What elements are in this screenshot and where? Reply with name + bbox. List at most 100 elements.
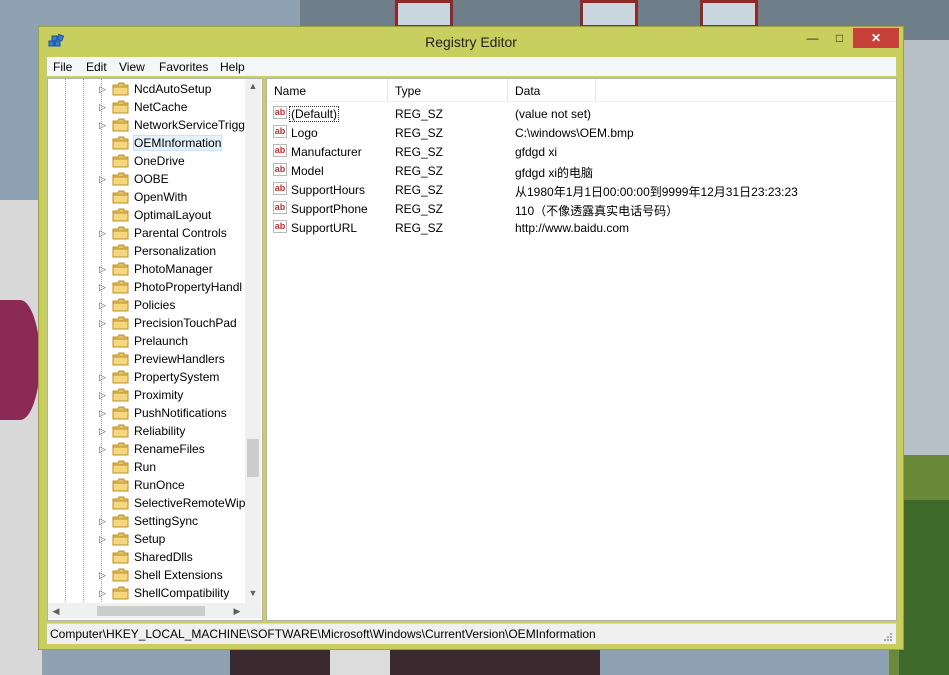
tree-vertical-scroll-thumb[interactable] [247, 439, 259, 477]
folder-icon [112, 442, 129, 456]
string-value-icon: ab [273, 106, 287, 119]
expand-arrow-icon[interactable]: ▷ [99, 317, 109, 329]
expand-arrow-icon[interactable]: ▷ [99, 407, 109, 419]
expand-arrow-icon[interactable]: ▷ [99, 281, 109, 293]
folder-icon [112, 118, 129, 132]
folder-icon [112, 568, 129, 582]
column-header-data[interactable]: Data [508, 79, 596, 101]
expand-arrow-icon [99, 245, 109, 257]
tree-item[interactable]: RunOnce [48, 476, 245, 494]
registry-value-row[interactable]: ab SupportHours REG_SZ 从1980年1月1日00:00:00到9… [267, 180, 896, 199]
expand-arrow-icon[interactable]: ▷ [99, 443, 109, 455]
tree-item[interactable]: SelectiveRemoteWipe [48, 494, 252, 512]
folder-icon [112, 244, 129, 258]
expand-arrow-icon[interactable]: ▷ [99, 263, 109, 275]
tree-item-label: Shell Extensions [134, 568, 223, 582]
tree-item[interactable]: ▷ Proximity [48, 386, 245, 404]
tree-horizontal-scroll-thumb[interactable] [97, 606, 205, 616]
tree-item[interactable]: ▷ Parental Controls [48, 224, 245, 242]
tree-item[interactable]: SharedDlls [48, 548, 245, 566]
expand-arrow-icon[interactable]: ▷ [99, 101, 109, 113]
value-type: REG_SZ [395, 164, 444, 178]
scroll-right-arrow[interactable]: ▶ [229, 604, 245, 618]
title-bar[interactable]: Registry Editor — □ ✕ [39, 27, 903, 57]
tree-item[interactable]: ▷ NetworkServiceTrigg [48, 116, 245, 134]
scroll-up-arrow[interactable]: ▲ [245, 79, 261, 93]
registry-value-row[interactable]: ab (Default) REG_SZ (value not set) [267, 104, 896, 123]
expand-arrow-icon[interactable]: ▷ [99, 533, 109, 545]
expand-arrow-icon [99, 479, 109, 491]
tree-item[interactable]: Prelaunch [48, 332, 245, 350]
tree-item[interactable]: OpenWith [48, 188, 245, 206]
tree-item[interactable]: ▷ RenameFiles [48, 440, 245, 458]
expand-arrow-icon[interactable]: ▷ [99, 371, 109, 383]
tree-item[interactable]: ▷ PrecisionTouchPad [48, 314, 245, 332]
expand-arrow-icon[interactable]: ▷ [99, 227, 109, 239]
maximize-button[interactable]: □ [826, 28, 853, 48]
tree-item[interactable]: ▷ OOBE [48, 170, 245, 188]
expand-arrow-icon[interactable]: ▷ [99, 515, 109, 527]
tree-item[interactable]: ▷ Setup [48, 530, 245, 548]
tree-item-label: Setup [134, 532, 166, 546]
column-header-type[interactable]: Type [388, 79, 508, 101]
tree-item[interactable]: ▷ ShellCompatibility [48, 584, 245, 602]
key-tree-pane[interactable]: ▷ NcdAutoSetup ▷ NetCache ▷ NetworkServiceTri… [47, 78, 263, 621]
value-data: http://www.baidu.com [515, 221, 630, 235]
folder-icon [112, 424, 129, 438]
tree-item[interactable]: Personalization [48, 242, 245, 260]
tree-item-label: Parental Controls [134, 226, 227, 240]
folder-icon [112, 190, 129, 204]
menu-favorites[interactable]: Favorites [159, 60, 208, 74]
expand-arrow-icon[interactable]: ▷ [99, 587, 109, 599]
column-header-name[interactable]: Name [267, 79, 388, 101]
expand-arrow-icon[interactable]: ▷ [99, 119, 109, 131]
expand-arrow-icon[interactable]: ▷ [99, 389, 109, 401]
header-divider [267, 101, 896, 102]
tree-item[interactable]: ▷ PhotoPropertyHandl [48, 278, 245, 296]
registry-value-row[interactable]: ab Logo REG_SZ C:\windows\OEM.bmp [267, 123, 896, 142]
tree-item[interactable]: ▷ Shell Extensions [48, 566, 245, 584]
tree-item[interactable]: OneDrive [48, 152, 245, 170]
scroll-down-arrow[interactable]: ▼ [245, 586, 261, 600]
tree-item[interactable]: ▷ Reliability [48, 422, 245, 440]
tree-item[interactable]: Run [48, 458, 245, 476]
tree-item[interactable]: ▷ PushNotifications [48, 404, 245, 422]
folder-icon [112, 82, 129, 96]
registry-value-row[interactable]: ab SupportURL REG_SZ http://www.baidu.com [267, 218, 896, 237]
registry-value-row[interactable]: ab SupportPhone REG_SZ 110（不像透露真实电话号码） [267, 199, 896, 218]
menu-file[interactable]: File [53, 60, 72, 74]
expand-arrow-icon[interactable]: ▷ [99, 173, 109, 185]
tree-item[interactable]: PreviewHandlers [48, 350, 245, 368]
folder-icon [112, 154, 129, 168]
tree-item[interactable]: ▷ NcdAutoSetup [48, 80, 245, 98]
menu-edit[interactable]: Edit [86, 60, 107, 74]
expand-arrow-icon[interactable]: ▷ [99, 299, 109, 311]
tree-item[interactable]: ▷ SettingSync [48, 512, 245, 530]
registry-value-row[interactable]: ab Manufacturer REG_SZ gfdgd xi [267, 142, 896, 161]
minimize-button[interactable]: — [799, 28, 826, 48]
registry-value-row[interactable]: ab Model REG_SZ gfdgd xi的电脑 [267, 161, 896, 180]
value-type: REG_SZ [395, 126, 444, 140]
expand-arrow-icon[interactable]: ▷ [99, 569, 109, 581]
menu-view[interactable]: View [119, 60, 145, 74]
tree-item-label: NetworkServiceTrigg [134, 118, 245, 132]
menu-help[interactable]: Help [220, 60, 245, 74]
tree-horizontal-scrollbar[interactable]: ◀ ▶ [48, 603, 245, 619]
expand-arrow-icon[interactable]: ▷ [99, 83, 109, 95]
tree-item[interactable]: OEMInformation [48, 134, 245, 152]
close-button[interactable]: ✕ [853, 28, 899, 48]
resize-grip-icon[interactable] [883, 632, 893, 642]
folder-icon [112, 478, 129, 492]
tree-item[interactable]: ▷ NetCache [48, 98, 245, 116]
tree-item[interactable]: OptimalLayout [48, 206, 245, 224]
tree-item[interactable]: ▷ PropertySystem [48, 368, 245, 386]
tree-vertical-scrollbar[interactable]: ▲ ▼ [245, 79, 261, 603]
tree-item-label: Personalization [134, 244, 217, 258]
folder-icon [112, 136, 129, 150]
tree-item-label: SettingSync [134, 514, 199, 528]
tree-item[interactable]: ▷ PhotoManager [48, 260, 245, 278]
scroll-left-arrow[interactable]: ◀ [48, 604, 64, 618]
expand-arrow-icon[interactable]: ▷ [99, 425, 109, 437]
tree-item[interactable]: ▷ Policies [48, 296, 245, 314]
values-list-pane[interactable]: Name Type Data ab (Default) REG_SZ (value n… [266, 78, 897, 621]
